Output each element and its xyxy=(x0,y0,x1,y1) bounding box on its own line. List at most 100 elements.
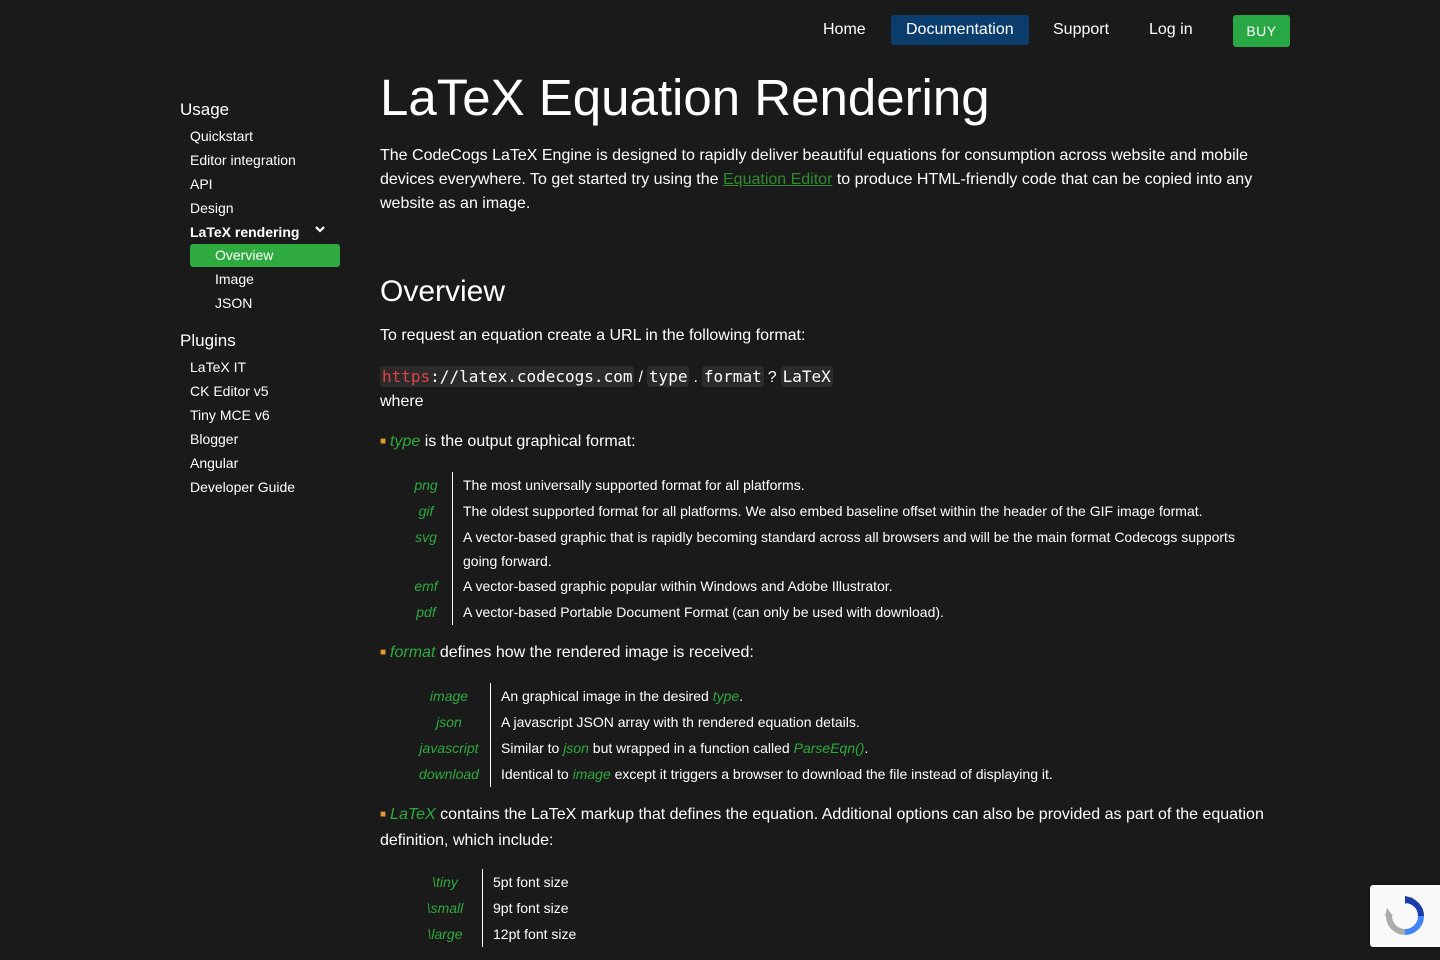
size-key: \large xyxy=(418,921,483,947)
table-row: gif The oldest supported format for all p… xyxy=(410,498,1270,524)
type-term: type xyxy=(390,433,421,450)
format-value-text: . xyxy=(864,740,869,756)
top-navigation: Home Documentation Support Log in BUY xyxy=(0,0,1440,60)
format-value-text: but wrapped in a function called xyxy=(588,740,794,756)
type-key: png xyxy=(410,472,453,498)
format-value-text: Identical to xyxy=(501,766,573,782)
type-key: pdf xyxy=(410,599,453,625)
size-key: \tiny xyxy=(418,869,483,895)
url-format: https://latex.codecogs.com / type. format? L… xyxy=(380,364,1270,390)
type-bullet: ■ type is the output graphical format: xyxy=(380,430,1270,456)
nav-login-link[interactable]: Log in xyxy=(1149,15,1193,45)
recaptcha-badge[interactable] xyxy=(1370,885,1440,947)
format-value-em: ParseEqn() xyxy=(793,740,865,756)
table-row: download Identical to image except it tr… xyxy=(418,761,1053,787)
type-value: A vector-based graphic that is rapidly b… xyxy=(463,529,1235,569)
sidebar-item-api[interactable]: API xyxy=(180,172,340,196)
format-key: json xyxy=(418,709,491,735)
table-row: \small 9pt font size xyxy=(418,895,576,921)
size-key: \small xyxy=(418,895,483,921)
format-value: An graphical image in the desired type. xyxy=(491,683,1053,709)
table-row: \large 12pt font size xyxy=(418,921,576,947)
format-term: format xyxy=(390,644,436,661)
sidebar-heading-usage: Usage xyxy=(180,100,230,119)
url-dot: . xyxy=(693,369,698,386)
sidebar-item-developer-guide[interactable]: Developer Guide xyxy=(180,475,340,499)
size-value: 5pt font size xyxy=(493,874,569,890)
format-key: javascript xyxy=(418,735,491,761)
format-description: defines how the rendered image is receiv… xyxy=(435,644,754,661)
sidebar-item-ck-editor[interactable]: CK Editor v5 xyxy=(180,379,340,403)
latex-bullet: ■ LaTeX contains the LaTeX markup that de… xyxy=(380,803,1270,853)
page-title: LaTeX Equation Rendering xyxy=(380,69,990,126)
nav-home-link[interactable]: Home xyxy=(823,15,866,45)
type-value: The oldest supported format for all plat… xyxy=(463,503,1203,519)
docs-sidebar: Usage Quickstart Editor integration API … xyxy=(180,96,340,499)
recaptcha-icon xyxy=(1385,896,1424,935)
url-host-code: https://latex.codecogs.com xyxy=(380,366,635,387)
overview-heading: Overview xyxy=(380,275,506,308)
sidebar-item-latex-rendering[interactable]: LaTeX rendering xyxy=(180,220,340,244)
url-slash: / xyxy=(638,369,643,386)
sidebar-item-editor-integration[interactable]: Editor integration xyxy=(180,148,340,172)
sidebar-item-blogger[interactable]: Blogger xyxy=(180,427,340,451)
type-description: is the output graphical format: xyxy=(420,433,636,450)
nav-documentation-link[interactable]: Documentation xyxy=(891,15,1029,45)
equation-editor-link[interactable]: Equation Editor xyxy=(723,171,832,188)
sidebar-item-angular[interactable]: Angular xyxy=(180,451,340,475)
url-question: ? xyxy=(767,369,777,386)
type-key: svg xyxy=(410,524,453,573)
format-value-text: An graphical image in the desired xyxy=(501,688,713,704)
sidebar-item-tiny-mce[interactable]: Tiny MCE v6 xyxy=(180,403,340,427)
format-key: image xyxy=(418,683,491,709)
format-value-text: except it triggers a browser to download… xyxy=(610,766,1053,782)
format-value-em: type xyxy=(712,688,740,704)
type-value: The most universally supported format fo… xyxy=(463,477,805,493)
sidebar-subitem-overview[interactable]: Overview xyxy=(190,244,340,267)
type-value: A vector-based Portable Document Format … xyxy=(463,604,944,620)
size-value: 12pt font size xyxy=(493,926,577,942)
format-bullet: ■ format defines how the rendered image i… xyxy=(380,641,1270,667)
format-value-text: . xyxy=(739,688,744,704)
format-value: Identical to image except it triggers a … xyxy=(491,761,1053,787)
sidebar-subitem-json[interactable]: JSON xyxy=(190,291,340,315)
bullet-icon: ■ xyxy=(380,436,387,447)
buy-button[interactable]: BUY xyxy=(1233,15,1290,47)
table-row: pdf A vector-based Portable Document Form… xyxy=(410,599,1270,625)
type-key: emf xyxy=(410,573,453,599)
sidebar-item-design[interactable]: Design xyxy=(180,196,340,220)
url-latex-code: LaTeX xyxy=(780,366,833,387)
url-scheme: https xyxy=(382,367,431,386)
where-text: where xyxy=(380,393,424,410)
table-row: \tiny 5pt font size xyxy=(418,869,576,895)
main-content: LaTeX Equation Rendering The CodeCogs La… xyxy=(380,66,1270,947)
table-row: emf A vector-based graphic popular within… xyxy=(410,573,1270,599)
size-value: 9pt font size xyxy=(493,900,569,916)
format-value-text: Similar to xyxy=(501,740,564,756)
format-value-em: json xyxy=(563,740,589,756)
url-type-code: type xyxy=(646,366,690,387)
chevron-down-icon[interactable] xyxy=(314,218,326,242)
size-table: \tiny 5pt font size \small 9pt font size \… xyxy=(418,869,576,947)
nav-support-link[interactable]: Support xyxy=(1053,15,1109,45)
bullet-icon: ■ xyxy=(380,647,387,658)
sidebar-item-latex-it[interactable]: LaTeX IT xyxy=(180,355,340,379)
type-table: png The most universally supported format… xyxy=(410,472,1270,625)
bullet-icon: ■ xyxy=(380,809,387,820)
latex-description: contains the LaTeX markup that defines t… xyxy=(380,806,1264,849)
type-key: gif xyxy=(410,498,453,524)
format-table: image An graphical image in the desired … xyxy=(418,683,1053,787)
sidebar-subitem-image[interactable]: Image xyxy=(190,267,340,291)
sidebar-item-label: LaTeX rendering xyxy=(190,224,300,240)
table-row: javascript Similar to json but wrapped i… xyxy=(418,735,1053,761)
url-host: ://latex.codecogs.com xyxy=(430,367,633,386)
url-format-code: format xyxy=(701,366,764,387)
intro-paragraph: The CodeCogs LaTeX Engine is designed to… xyxy=(380,144,1270,216)
sidebar-item-quickstart[interactable]: Quickstart xyxy=(180,124,340,148)
format-key: download xyxy=(418,761,491,787)
format-value: Similar to json but wrapped in a functio… xyxy=(491,735,1053,761)
table-row: image An graphical image in the desired … xyxy=(418,683,1053,709)
sidebar-heading-plugins: Plugins xyxy=(180,331,236,350)
format-value-em: image xyxy=(572,766,611,782)
table-row: png The most universally supported format… xyxy=(410,472,1270,498)
